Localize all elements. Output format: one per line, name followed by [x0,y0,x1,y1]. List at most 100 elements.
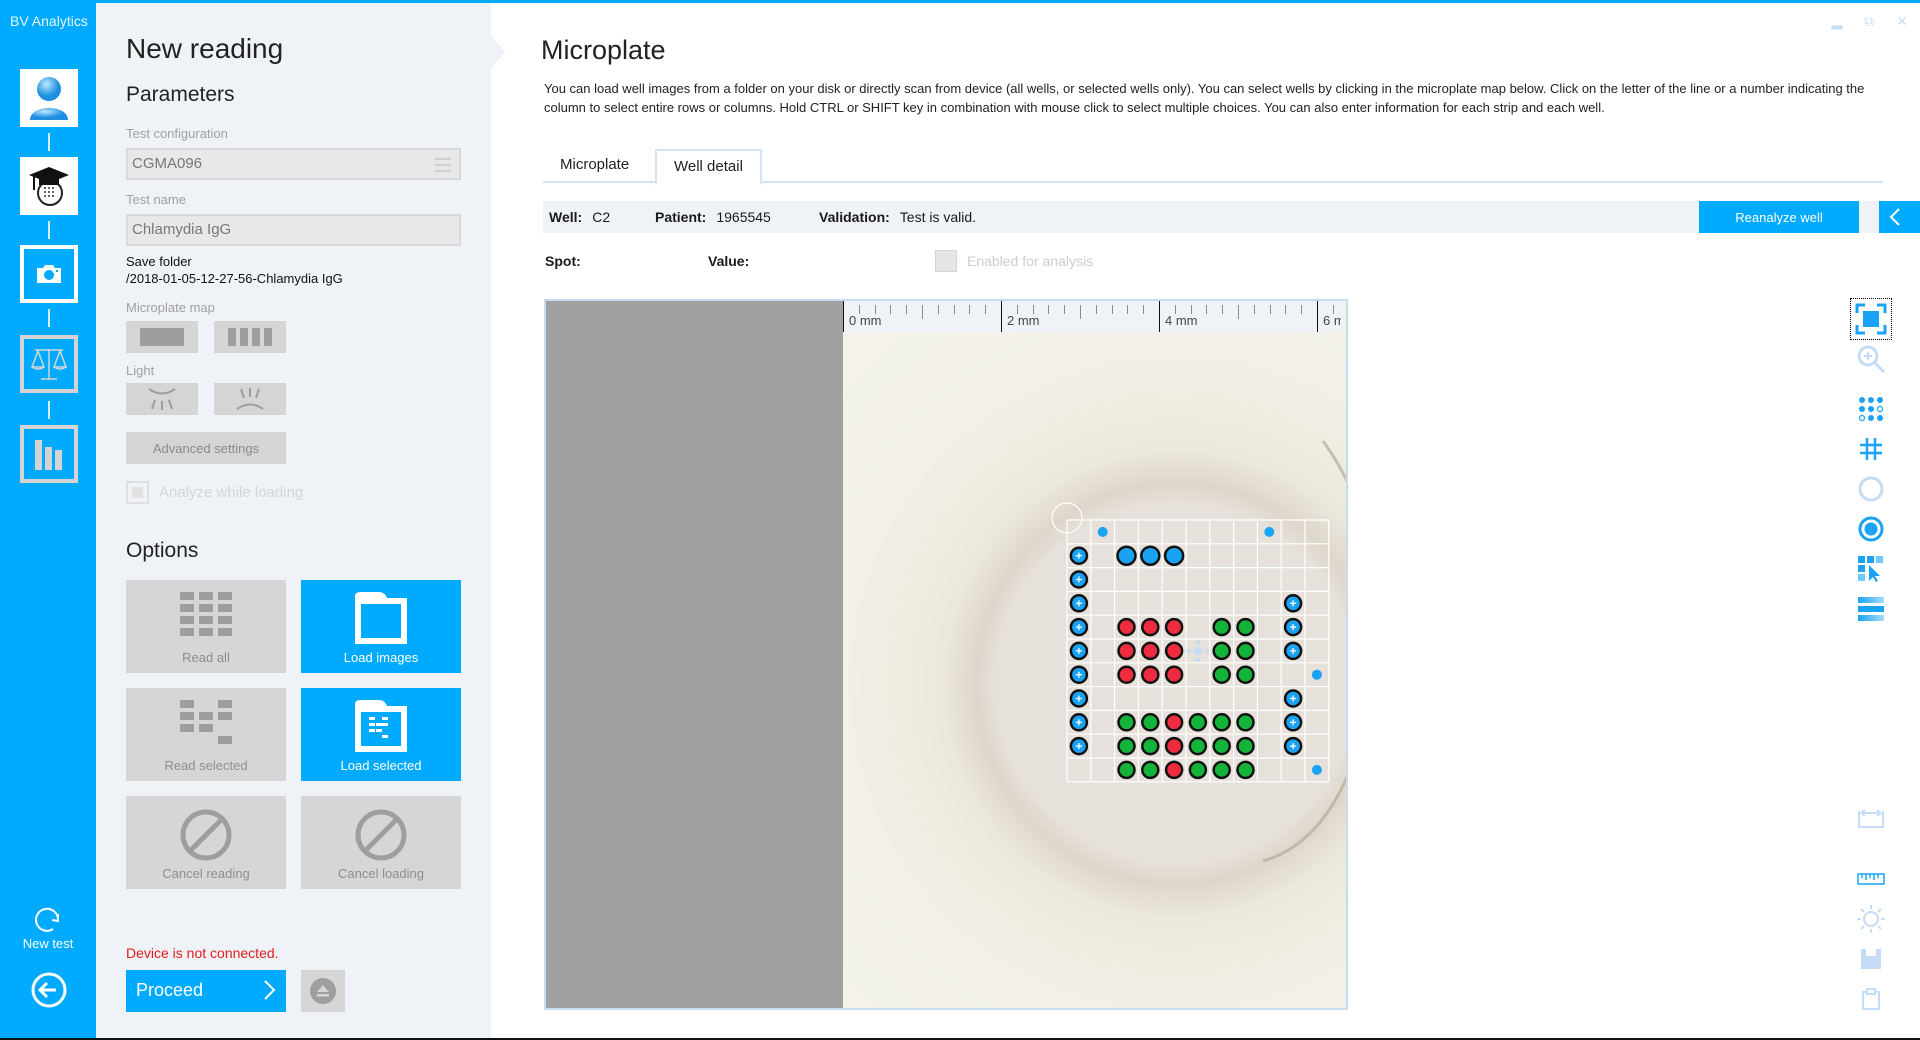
spots-button[interactable] [1851,389,1891,429]
well-image-viewer[interactable]: 0 mm 2 mm 4 mm 6 mm [544,299,1348,1010]
ruler-tick [985,305,986,314]
reanalyze-well-button[interactable]: Reanalyze well [1699,201,1859,233]
spot-fill [1236,665,1255,684]
spot-negative [1117,760,1136,780]
fit-to-view-button[interactable] [1850,298,1892,340]
tab-well-detail[interactable]: Well detail [655,149,762,185]
close-icon[interactable]: ✕ [1896,13,1908,30]
grid-selected-icon [180,700,232,744]
zoom-in-icon [1857,345,1886,374]
spot-fill [1236,641,1255,661]
clipboard-icon [1862,988,1880,1010]
read-all-button[interactable]: Read all [126,580,286,673]
spot-positive [1164,760,1184,780]
test-name-field[interactable]: Chlamydia IgG [126,214,461,246]
previous-well-icon[interactable] [1888,207,1902,227]
fit-width-icon [1858,809,1884,828]
ruler-tick [1096,305,1097,314]
test-configuration-field[interactable]: CGMA096 [126,148,461,180]
read-selected-label: Read selected [164,758,248,773]
arrow-left-circle-icon [31,972,67,1008]
light-bottom-button[interactable] [214,383,286,415]
strips-button[interactable] [1851,589,1891,629]
circle-target-icon [1858,516,1884,542]
spot-control-plus [1283,713,1303,732]
ruler-tick [859,305,860,314]
spot-negative [1212,713,1231,732]
minimize-icon[interactable]: ▂ [1831,13,1842,30]
enabled-for-analysis: Enabled for analysis [935,250,1093,272]
load-selected-button[interactable]: Load selected [301,688,461,781]
zoom-in-button[interactable] [1851,339,1891,379]
spot-fill [1141,665,1160,684]
proceed-button[interactable]: Proceed [126,970,286,1012]
nav-item-user[interactable] [20,69,78,127]
app-name: BV Analytics [10,13,88,29]
restore-icon[interactable]: ⧉ [1864,13,1874,30]
back-button[interactable] [30,971,68,1014]
validation-value: Test is valid. [899,209,977,225]
spot-grid-overlay[interactable] [843,301,1348,1010]
spot-positive [1164,736,1184,756]
select-spots-button[interactable] [1851,549,1891,589]
fit-width-button[interactable] [1851,799,1891,839]
spot-fill [1311,764,1322,775]
new-test-button[interactable]: New test [0,903,96,951]
spot-fill [1097,526,1108,537]
spot-fill [1212,641,1231,661]
spot-positive [1141,617,1160,637]
scales-icon [30,348,68,380]
spot-control-plus [1069,641,1089,661]
spot-control-plus [1069,570,1089,589]
nav-item-camera[interactable] [20,245,78,303]
spot-fill [1264,526,1275,537]
ruler-button[interactable] [1851,859,1891,899]
tab-microplate[interactable]: Microplate [543,149,646,183]
read-selected-button[interactable]: Read selected [126,688,286,781]
advanced-settings-button[interactable]: Advanced settings [126,432,286,464]
spots-icon [1858,397,1884,422]
cancel-reading-button[interactable]: Cancel reading [126,796,286,889]
clipboard-button[interactable] [1851,979,1891,1019]
circle-target-button[interactable] [1851,509,1891,549]
circle-outline-button[interactable] [1851,469,1891,509]
spot-negative [1188,736,1208,756]
spot-positive [1164,641,1184,661]
fit-to-view-icon [1855,303,1887,335]
spot-fill [1236,760,1255,780]
light-top-button[interactable] [126,383,198,415]
ruler-tick [1254,305,1255,314]
brightness-button[interactable] [1851,899,1891,939]
map-whole-plate-button[interactable] [126,321,198,353]
spot-fill [1116,545,1137,566]
eject-button[interactable] [301,970,345,1012]
menu-icon[interactable] [435,158,451,176]
brightness-icon [1857,905,1885,933]
load-selected-label: Load selected [340,758,422,773]
light-label: Light [126,363,155,378]
ruler-icon [1857,873,1885,885]
save-button[interactable] [1851,939,1891,979]
load-images-button[interactable]: Load images [301,580,461,673]
test-name-value: Chlamydia IgG [132,221,232,238]
analyze-while-loading-checkbox[interactable] [126,481,149,504]
nav-item-results[interactable] [20,425,78,483]
spot-control-plus [1069,546,1089,565]
enabled-for-analysis-checkbox[interactable] [935,250,957,272]
cancel-loading-button[interactable]: Cancel loading [301,796,461,889]
spot-fill [1188,713,1208,732]
nav-item-evaluation[interactable] [20,335,78,393]
ruler-tick [1033,305,1034,314]
spot-fill [1117,665,1136,684]
ruler-tick [1048,305,1049,314]
new-test-label: New test [22,936,74,951]
spot-fill [1212,713,1231,732]
parameters-panel: New reading Parameters Test configuratio… [96,3,505,1038]
device-status: Device is not connected. [126,945,279,961]
tab-bar: Microplate Well detail [543,149,1883,185]
spot-negative [1188,713,1208,732]
map-strips-button[interactable] [214,321,286,353]
spot-label: Spot: [545,253,581,269]
nav-item-training[interactable] [20,157,78,215]
grid-button[interactable] [1851,429,1891,469]
